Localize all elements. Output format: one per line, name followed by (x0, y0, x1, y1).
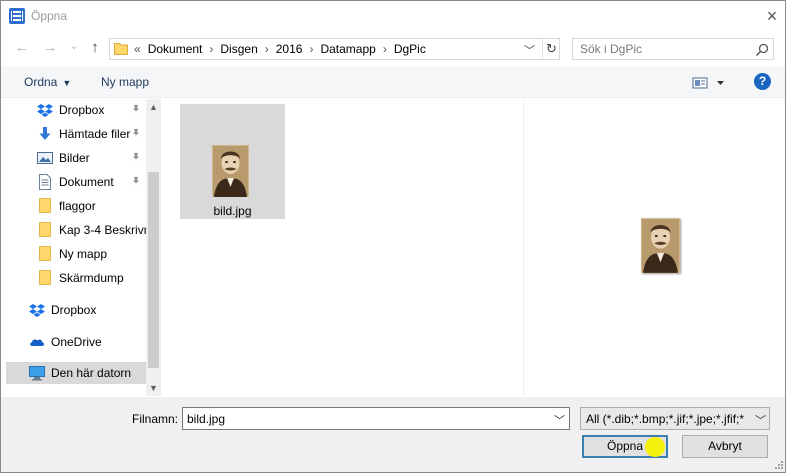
sidebar-item-label: Bilder (59, 151, 90, 165)
sidebar-item-pictures[interactable]: Bilder (6, 147, 146, 169)
sidebar-item-label: Dropbox (51, 303, 97, 317)
sidebar-item-label: flaggor (59, 199, 96, 213)
view-options-icon (692, 77, 724, 89)
close-icon[interactable]: × (761, 5, 783, 27)
breadcrumb-item[interactable]: Dokument (148, 42, 203, 56)
sidebar-item-ny-mapp[interactable]: Ny mapp (6, 243, 146, 265)
sidebar-item-kap-3-4[interactable]: Kap 3-4 Beskrivn (6, 219, 151, 241)
download-icon (39, 127, 51, 140)
sidebar-item-label: Kap 3-4 Beskrivn (59, 223, 151, 237)
onedrive-icon (30, 339, 45, 346)
sidebar-item-dropbox-quick[interactable]: Dropbox (6, 99, 146, 121)
navigation-bar: ← → ⌄ ↑ « Dokument › Disgen › 2016 › Datamapp › D… (1, 33, 785, 63)
file-type-filter-select[interactable]: All (*.dib;*.bmp;*.jif;*.jpe;*.jfif;* ﹀ (580, 407, 770, 430)
filename-dropdown-chevron-icon[interactable]: ﹀ (554, 412, 565, 428)
organize-label: Ordna (24, 75, 58, 89)
chevron-right-icon[interactable]: › (309, 42, 313, 56)
pin-icon (131, 152, 143, 164)
pin-icon (131, 104, 143, 116)
sidebar-item-label: OneDrive (51, 335, 102, 349)
photo-preview-icon (641, 218, 680, 273)
breadcrumb-item[interactable]: 2016 (276, 42, 303, 56)
file-type-filter-value: All (*.dib;*.bmp;*.jif;*.jpe;*.jfif;* (586, 412, 745, 426)
sidebar-item-this-pc[interactable]: Den här datorn (6, 362, 146, 384)
chevron-right-icon[interactable]: › (265, 42, 269, 56)
forward-arrow-icon[interactable]: → (41, 39, 59, 57)
filename-combobox[interactable]: ﹀ (182, 407, 570, 430)
dropbox-icon (37, 104, 53, 117)
breadcrumb: « Dokument › Disgen › 2016 › Datamapp › DgPic (134, 42, 426, 56)
filename-input[interactable] (187, 409, 537, 428)
file-item[interactable]: bild.jpg (180, 104, 285, 219)
filename-label: Filnamn: (132, 412, 179, 426)
search-box[interactable] (572, 38, 774, 60)
caret-down-icon: ▼ (62, 78, 72, 88)
sidebar-item-documents[interactable]: Dokument (6, 171, 146, 193)
up-arrow-icon[interactable]: ↑ (86, 39, 104, 57)
address-bar[interactable]: « Dokument › Disgen › 2016 › Datamapp › DgPic ﹀ ↻ (109, 38, 560, 60)
navigation-pane: Dropbox Hämtade filer Bilder Dokument fl… (6, 99, 161, 396)
cursor-highlight (645, 437, 665, 457)
folder-icon (39, 198, 51, 213)
sidebar-item-label: Hämtade filer (59, 127, 131, 141)
resize-grip-icon[interactable] (772, 460, 784, 472)
file-list-area[interactable]: bild.jpg (162, 99, 523, 396)
sidebar-item-onedrive[interactable]: OneDrive (6, 331, 146, 353)
preview-pane (524, 99, 785, 396)
breadcrumb-item[interactable]: Datamapp (320, 42, 375, 56)
cancel-button[interactable]: Avbryt (682, 435, 768, 458)
sidebar-item-dropbox[interactable]: Dropbox (6, 299, 146, 321)
dialog-footer: Filnamn: ﹀ All (*.dib;*.bmp;*.jif;*.jpe;… (1, 397, 785, 472)
window-title: Öppna (31, 9, 68, 23)
folder-icon (39, 270, 51, 285)
chevron-right-icon[interactable]: › (209, 42, 213, 56)
folder-icon (39, 222, 51, 237)
sidebar-item-flaggor[interactable]: flaggor (6, 195, 146, 217)
title-bar: Öppna × (1, 1, 785, 31)
breadcrumb-item[interactable]: Disgen (220, 42, 257, 56)
sidebar-item-downloads[interactable]: Hämtade filer (6, 123, 146, 145)
sidebar-item-label: Dokument (59, 175, 114, 189)
documents-icon (39, 174, 51, 190)
command-bar: Ordna ▼ Ny mapp ? (1, 66, 785, 98)
back-arrow-icon[interactable]: ← (13, 39, 31, 57)
sidebar-item-label: Ny mapp (59, 247, 108, 261)
sidebar-item-label: Den här datorn (51, 366, 132, 380)
sidebar-item-label: Dropbox (59, 103, 105, 117)
recent-locations-chevron-icon[interactable]: ⌄ (65, 37, 83, 55)
open-file-dialog: Öppna × ← → ⌄ ↑ « Dokument › Disgen › 2016 › Da… (0, 0, 786, 473)
navigation-scrollbar[interactable]: ▲ ▼ (146, 99, 161, 396)
pin-icon (131, 128, 143, 140)
filter-dropdown-chevron-icon[interactable]: ﹀ (755, 412, 766, 428)
scroll-down-arrow-icon[interactable]: ▼ (146, 381, 161, 396)
organize-button[interactable]: Ordna ▼ (24, 75, 71, 89)
scrollbar-thumb[interactable] (148, 172, 159, 368)
computer-icon (29, 366, 45, 381)
scroll-up-arrow-icon[interactable]: ▲ (146, 100, 161, 115)
change-view-button[interactable] (692, 76, 726, 90)
sidebar-item-skarmdump[interactable]: Skärmdump (6, 267, 146, 289)
address-dropdown-chevron-icon[interactable]: ﹀ (524, 42, 535, 58)
app-icon (9, 8, 25, 24)
search-icon[interactable] (754, 42, 770, 58)
sidebar-item-label: Skärmdump (59, 271, 124, 285)
help-icon[interactable]: ? (754, 73, 771, 90)
pictures-icon (37, 152, 53, 164)
chevron-right-icon[interactable]: › (383, 42, 387, 56)
folder-icon (39, 246, 51, 261)
search-input[interactable] (580, 40, 750, 58)
refresh-icon[interactable]: ↻ (542, 39, 560, 59)
folder-icon (114, 43, 128, 55)
file-name-label: bild.jpg (213, 204, 252, 218)
photo-thumbnail-icon (212, 145, 249, 197)
dropbox-icon (29, 304, 45, 317)
pin-icon (131, 176, 143, 188)
new-folder-button[interactable]: Ny mapp (101, 75, 149, 89)
breadcrumb-overflow[interactable]: « (134, 42, 141, 56)
breadcrumb-item[interactable]: DgPic (394, 42, 426, 56)
